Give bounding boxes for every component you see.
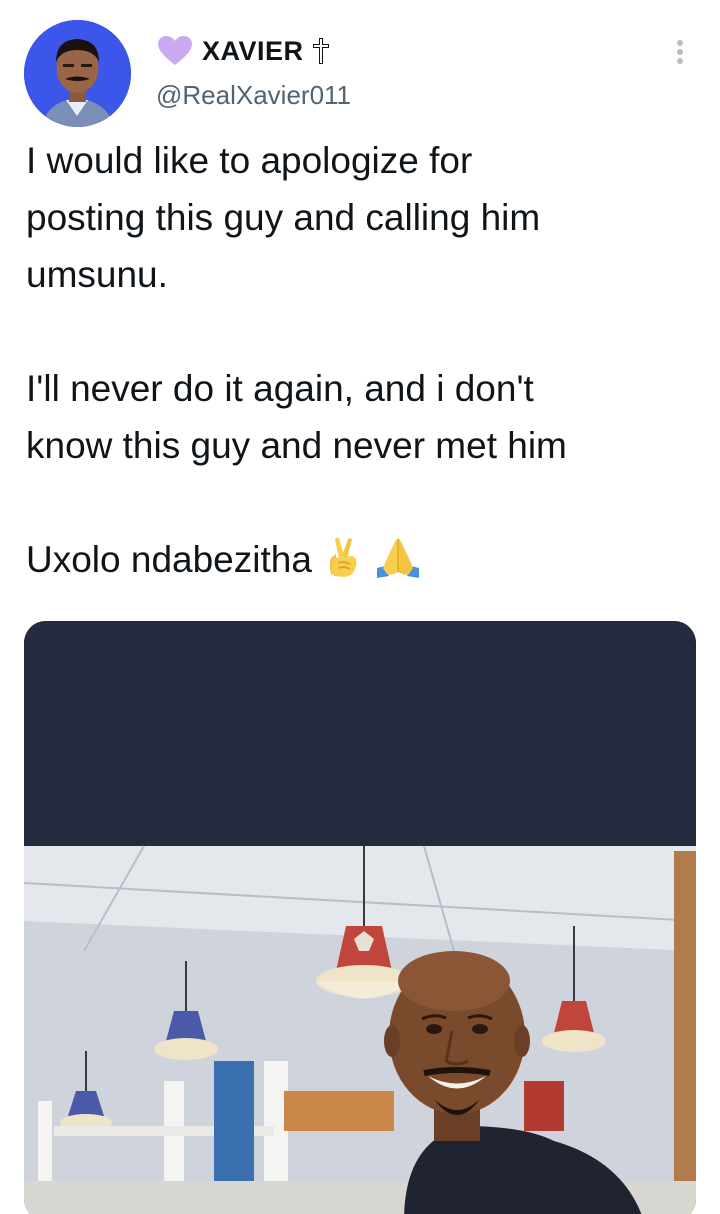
- tweet-line: I would like to apologize for: [26, 140, 473, 181]
- more-vertical-icon: [677, 40, 683, 64]
- tweet-text: I would like to apologize for posting th…: [26, 132, 696, 588]
- tweet-line: umsunu.: [26, 254, 168, 295]
- folded-hands-icon: [374, 536, 422, 578]
- tweet-line: I'll never do it again, and i don't: [26, 368, 534, 409]
- author-handle[interactable]: @RealXavier011: [156, 80, 351, 111]
- tweet-paragraph: Uxolo ndabezitha: [26, 531, 696, 588]
- author-name-row[interactable]: XAVIER: [158, 34, 332, 68]
- tweet-media-image[interactable]: [24, 621, 696, 1214]
- more-options-button[interactable]: [664, 36, 696, 68]
- photo: [24, 621, 696, 1214]
- tweet-paragraph: I'll never do it again, and i don't know…: [26, 360, 696, 474]
- tweet-view: XAVIER @RealXavier011 I would like to ap…: [0, 0, 720, 1214]
- crossed-fingers-icon: [322, 536, 364, 578]
- tweet-line: posting this guy and calling him: [26, 197, 541, 238]
- purple-heart-icon: [158, 36, 192, 66]
- tweet-line: know this guy and never met him: [26, 425, 567, 466]
- author-avatar[interactable]: [24, 20, 131, 127]
- avatar-image: [24, 20, 131, 127]
- tweet-line: Uxolo ndabezitha: [26, 539, 312, 580]
- author-display-name: XAVIER: [202, 35, 304, 66]
- tweet-paragraph: I would like to apologize for posting th…: [26, 132, 696, 303]
- latin-cross-icon: [310, 37, 332, 65]
